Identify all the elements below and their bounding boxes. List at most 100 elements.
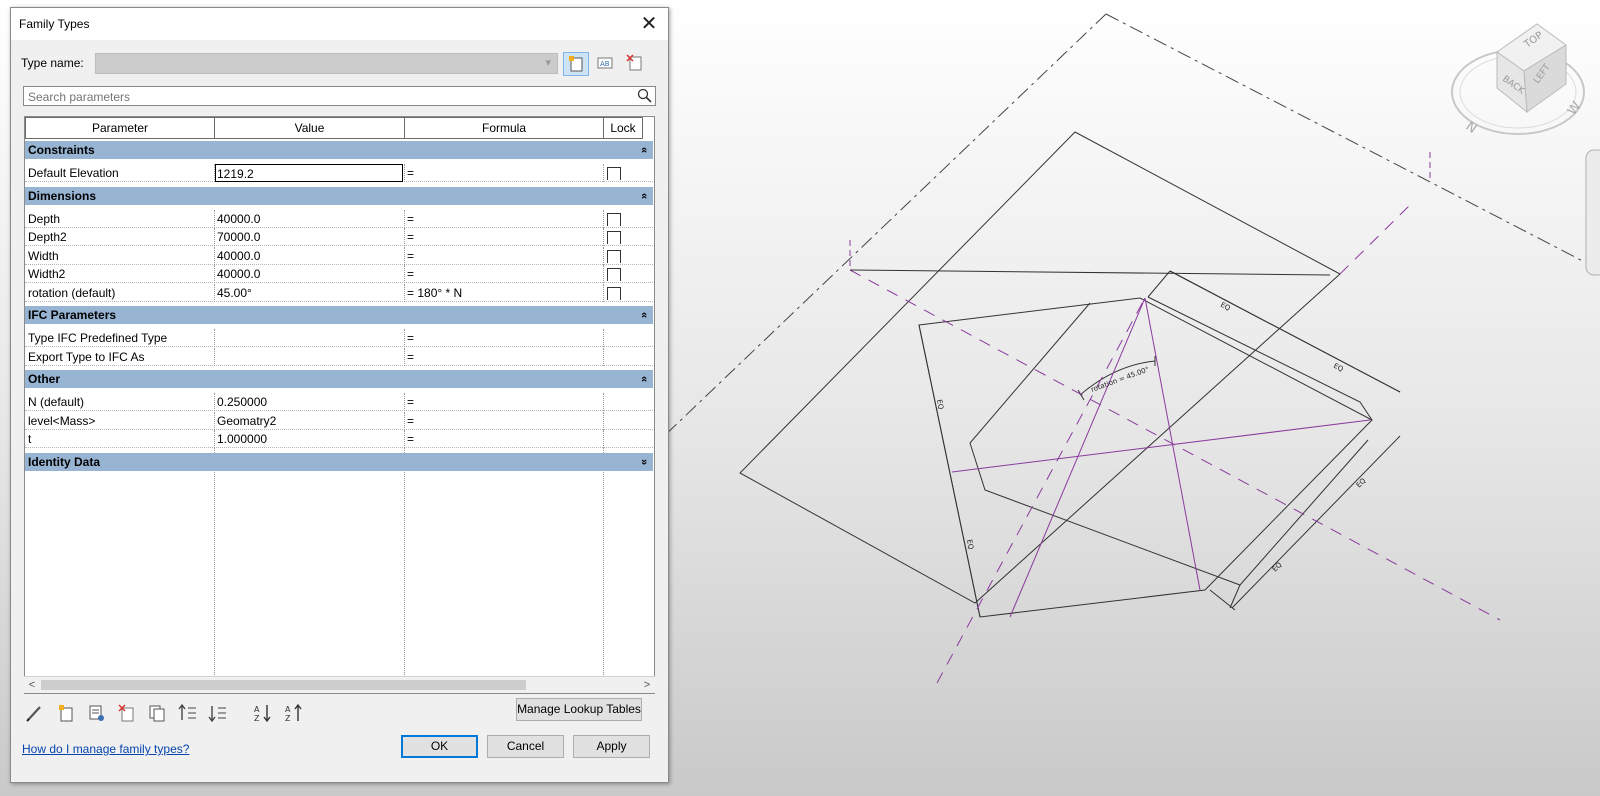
close-icon[interactable]: ✕ bbox=[636, 11, 662, 37]
parameter-value[interactable] bbox=[217, 329, 401, 347]
table-row[interactable]: Depth 40000.0 = bbox=[25, 209, 653, 228]
scroll-left-icon[interactable]: < bbox=[24, 677, 40, 693]
parameter-value[interactable] bbox=[217, 348, 401, 366]
parameter-name: Default Elevation bbox=[28, 166, 119, 180]
parameter-value[interactable]: 40000.0 bbox=[217, 265, 401, 283]
group-header[interactable]: IFC Parameters « bbox=[25, 306, 653, 324]
new-type-icon bbox=[569, 56, 583, 72]
lock-checkbox[interactable] bbox=[607, 167, 621, 180]
parameter-value[interactable]: 40000.0 bbox=[217, 247, 401, 265]
parameter-formula[interactable]: = bbox=[407, 348, 597, 366]
svg-text:EQ: EQ bbox=[965, 539, 975, 551]
column-header-value[interactable]: Value bbox=[214, 117, 405, 139]
table-row[interactable]: Width 40000.0 = bbox=[25, 246, 653, 265]
group-label: Constraints bbox=[28, 143, 95, 157]
lock-checkbox[interactable] bbox=[607, 212, 621, 226]
parameter-name: Export Type to IFC As bbox=[28, 349, 145, 364]
move-up-button[interactable] bbox=[177, 702, 199, 724]
table-row[interactable]: Export Type to IFC As = bbox=[25, 347, 653, 366]
parameter-value[interactable]: 45.00° bbox=[217, 284, 401, 302]
lock-checkbox[interactable] bbox=[607, 249, 621, 263]
parameter-value[interactable]: 70000.0 bbox=[217, 228, 401, 246]
group-header[interactable]: Other « bbox=[25, 370, 653, 388]
column-divider bbox=[603, 411, 604, 430]
group-header[interactable]: Dimensions « bbox=[25, 186, 653, 205]
expand-icon[interactable]: » bbox=[635, 458, 653, 464]
edit-type-button[interactable] bbox=[24, 702, 46, 724]
parameter-formula[interactable]: = bbox=[407, 329, 597, 347]
table-row[interactable]: Type IFC Predefined Type = bbox=[25, 329, 653, 347]
search-input[interactable] bbox=[26, 88, 620, 106]
group-header[interactable]: Constraints « bbox=[25, 141, 653, 159]
new-type-button[interactable] bbox=[563, 52, 589, 76]
lock-checkbox[interactable] bbox=[607, 286, 621, 300]
parameter-formula[interactable]: = 180° * N bbox=[407, 284, 597, 302]
new-parameter-button[interactable] bbox=[55, 702, 77, 724]
modify-parameter-button[interactable] bbox=[85, 702, 107, 724]
horizontal-scrollbar[interactable]: < > bbox=[24, 676, 655, 693]
column-divider bbox=[603, 265, 604, 283]
column-divider bbox=[603, 393, 604, 411]
column-header-lock[interactable]: Lock bbox=[603, 117, 643, 139]
group-header[interactable]: Identity Data » bbox=[25, 452, 653, 471]
help-link[interactable]: How do I manage family types? bbox=[22, 742, 189, 756]
apply-button[interactable]: Apply bbox=[573, 735, 650, 758]
collapse-icon[interactable]: « bbox=[635, 192, 653, 198]
parameter-value[interactable]: 1.000000 bbox=[217, 430, 401, 448]
delete-type-button[interactable] bbox=[623, 52, 649, 76]
search-parameters-field[interactable] bbox=[23, 86, 656, 106]
viewcube-icon[interactable]: TOP BACK LEFT N W bbox=[1451, 23, 1585, 137]
column-header-parameter[interactable]: Parameter bbox=[25, 117, 215, 139]
scroll-right-icon[interactable]: > bbox=[639, 677, 655, 693]
value-input[interactable]: 1219.2 bbox=[215, 164, 403, 182]
parameter-formula[interactable]: = bbox=[407, 265, 597, 283]
rename-type-button[interactable]: AB bbox=[593, 52, 619, 76]
collapse-icon[interactable]: « bbox=[635, 147, 653, 153]
search-icon[interactable] bbox=[637, 88, 653, 104]
type-name-dropdown[interactable]: ▾ bbox=[95, 53, 558, 74]
table-row[interactable]: Depth2 70000.0 = bbox=[25, 228, 653, 246]
parameter-formula[interactable]: = bbox=[407, 412, 597, 430]
table-row[interactable]: t 1.000000 = bbox=[25, 430, 653, 448]
delete-parameter-button[interactable] bbox=[116, 702, 138, 724]
column-divider bbox=[404, 393, 405, 411]
parameters-grid: Parameter Value Formula Lock Constraints… bbox=[24, 116, 655, 694]
parameter-name: Depth bbox=[28, 211, 61, 226]
column-header-formula[interactable]: Formula bbox=[404, 117, 604, 139]
parameter-value[interactable]: 40000.0 bbox=[217, 210, 401, 228]
table-row[interactable]: Default Elevation 1219.2 = bbox=[25, 164, 653, 182]
column-divider bbox=[214, 164, 215, 182]
sort-descending-button[interactable]: A Z bbox=[283, 702, 305, 724]
parameter-value[interactable]: Geomatry2 bbox=[217, 412, 401, 430]
parameter-formula[interactable]: = bbox=[407, 247, 597, 265]
lock-checkbox[interactable] bbox=[607, 231, 621, 244]
collapse-icon[interactable]: « bbox=[635, 376, 653, 382]
table-row[interactable]: rotation (default) 45.00° = 180° * N bbox=[25, 283, 653, 302]
lock-checkbox[interactable] bbox=[607, 268, 621, 281]
parameter-formula[interactable]: = bbox=[407, 430, 597, 448]
sort-ascending-button[interactable]: A Z bbox=[252, 702, 274, 724]
cancel-button[interactable]: Cancel bbox=[487, 735, 564, 758]
table-row[interactable]: level<Mass> Geomatry2 = bbox=[25, 411, 653, 430]
scrollbar-thumb[interactable] bbox=[41, 680, 526, 690]
svg-text:AB: AB bbox=[600, 60, 610, 68]
column-divider bbox=[603, 447, 604, 687]
move-down-button[interactable] bbox=[207, 702, 229, 724]
parameter-formula[interactable]: = bbox=[407, 164, 597, 182]
ok-button[interactable]: OK bbox=[401, 735, 478, 758]
parameter-formula[interactable]: = bbox=[407, 393, 597, 411]
parameter-formula[interactable]: = bbox=[407, 228, 597, 246]
duplicate-button[interactable] bbox=[146, 702, 168, 724]
parameter-name: rotation (default) bbox=[28, 285, 116, 300]
table-row[interactable]: N (default) 0.250000 = bbox=[25, 393, 653, 411]
column-divider bbox=[214, 447, 215, 687]
parameter-value[interactable]: 0.250000 bbox=[217, 393, 401, 411]
column-divider bbox=[214, 209, 215, 228]
table-row[interactable]: Width2 40000.0 = bbox=[25, 265, 653, 283]
collapse-icon[interactable]: « bbox=[635, 312, 653, 318]
column-divider bbox=[214, 265, 215, 283]
move-up-icon bbox=[178, 703, 196, 720]
parameter-formula[interactable]: = bbox=[407, 210, 597, 228]
manage-lookup-tables-button[interactable]: Manage Lookup Tables bbox=[516, 698, 642, 721]
group-label: Dimensions bbox=[28, 188, 97, 203]
